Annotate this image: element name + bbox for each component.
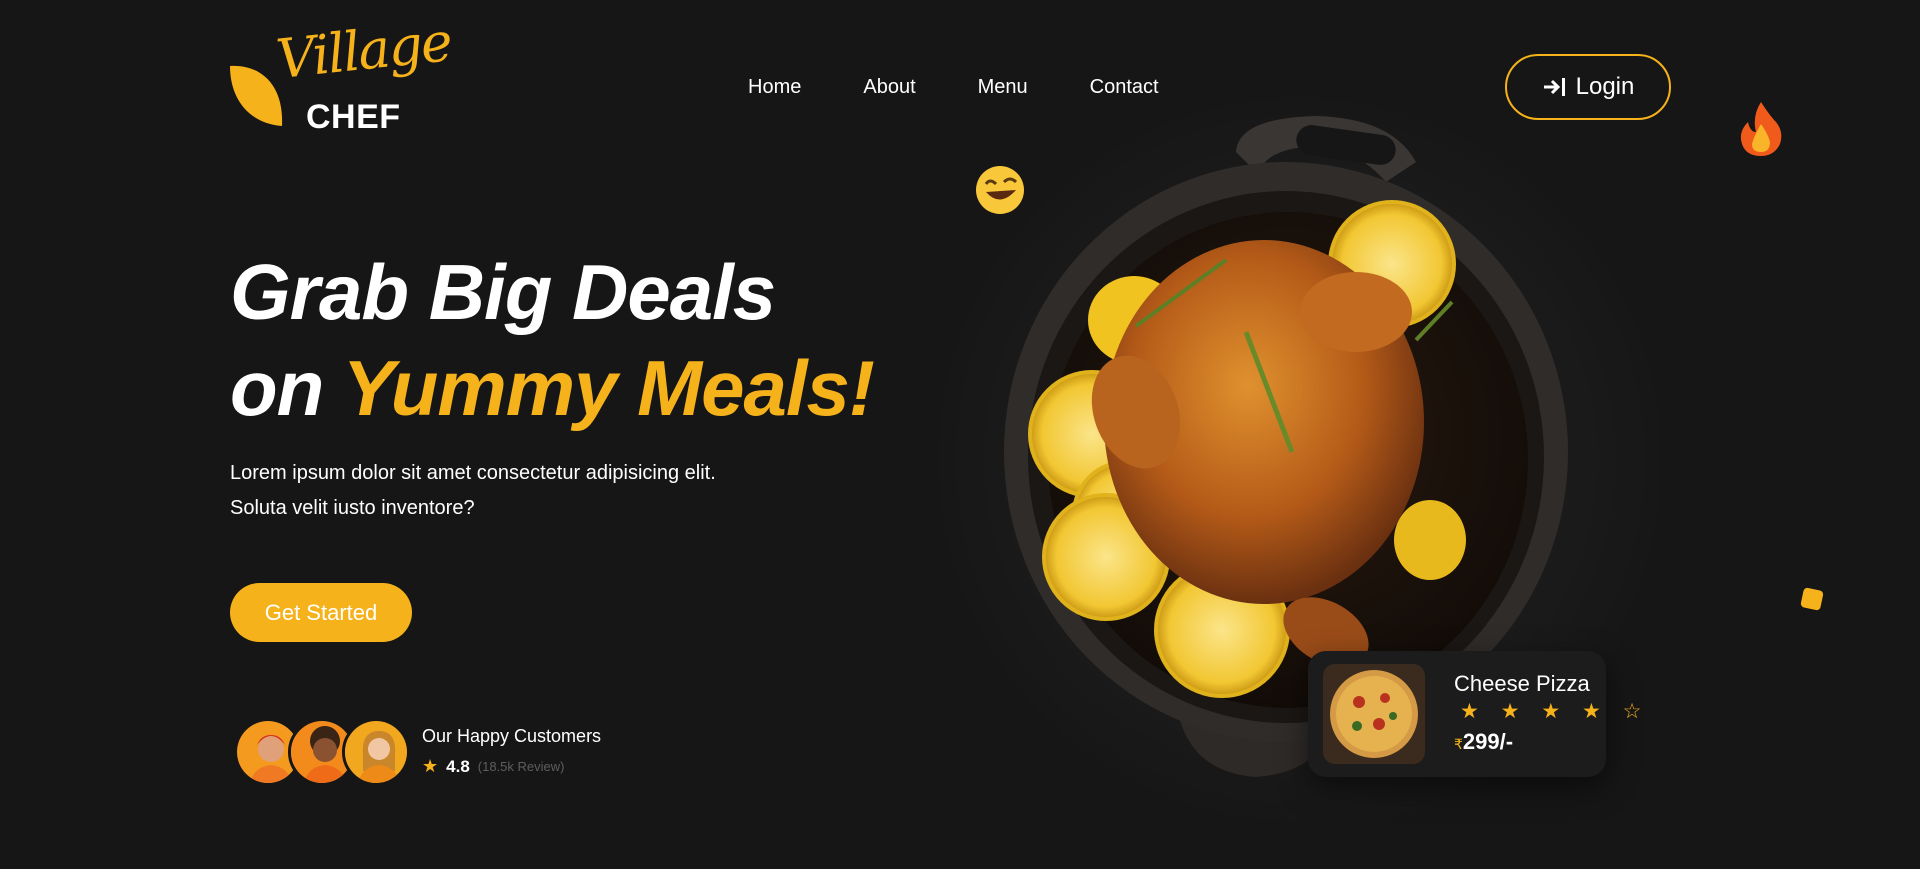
description-line2: Soluta velit iusto inventore? (230, 497, 475, 519)
star-icon: ★ (422, 756, 439, 776)
brand-script: Village (273, 10, 454, 91)
pizza-thumbnail (1323, 664, 1425, 764)
login-icon (1542, 76, 1568, 98)
fire-icon (1740, 102, 1782, 156)
hero-description: Lorem ipsum dolor sit amet consectetur a… (230, 456, 790, 526)
leaf-icon (230, 65, 283, 126)
avatar (342, 718, 410, 786)
review-count: (18.5k Review) (477, 759, 565, 774)
nav-about[interactable]: About (863, 74, 915, 100)
login-button[interactable]: Login (1505, 54, 1671, 120)
item-price: ₹299/- (1454, 729, 1513, 755)
nav-menu[interactable]: Menu (978, 74, 1028, 100)
brand-word: CHEF (306, 98, 401, 136)
get-started-button[interactable]: Get Started (230, 583, 412, 642)
customers-title: Our Happy Customers (422, 726, 602, 746)
price-amount: 299/- (1462, 729, 1514, 754)
avatar-group (234, 718, 410, 786)
description-line1: Lorem ipsum dolor sit amet consectetur a… (230, 462, 716, 484)
main-nav: Home About Menu Contact (748, 74, 1159, 100)
brand-logo[interactable]: Village CHEF (228, 10, 454, 138)
landing-page: Village CHEF Home About Menu Contact Log… (0, 0, 1920, 869)
headline-accent: Yummy Meals! (342, 344, 875, 432)
featured-item-card[interactable]: Cheese Pizza ★ ★ ★ ★ ☆ ₹299/- (1308, 651, 1641, 777)
grinning-face-icon (976, 166, 1024, 214)
currency-symbol: ₹ (1454, 736, 1463, 752)
nav-home[interactable]: Home (748, 74, 801, 100)
nav-contact[interactable]: Contact (1090, 74, 1159, 100)
item-name: Cheese Pizza (1454, 671, 1590, 696)
login-label: Login (1575, 73, 1635, 100)
hero-headline: Grab Big Deals on Yummy Meals! (230, 244, 875, 436)
rating-value: 4.8 (446, 756, 470, 776)
item-rating-stars: ★ ★ ★ ★ ☆ (1460, 700, 1650, 723)
decorative-square (1800, 587, 1824, 611)
headline-line1: Grab Big Deals (230, 248, 776, 336)
customer-rating: ★ 4.8 (18.5k Review) (422, 756, 564, 777)
headline-line2-prefix: on (230, 344, 324, 432)
